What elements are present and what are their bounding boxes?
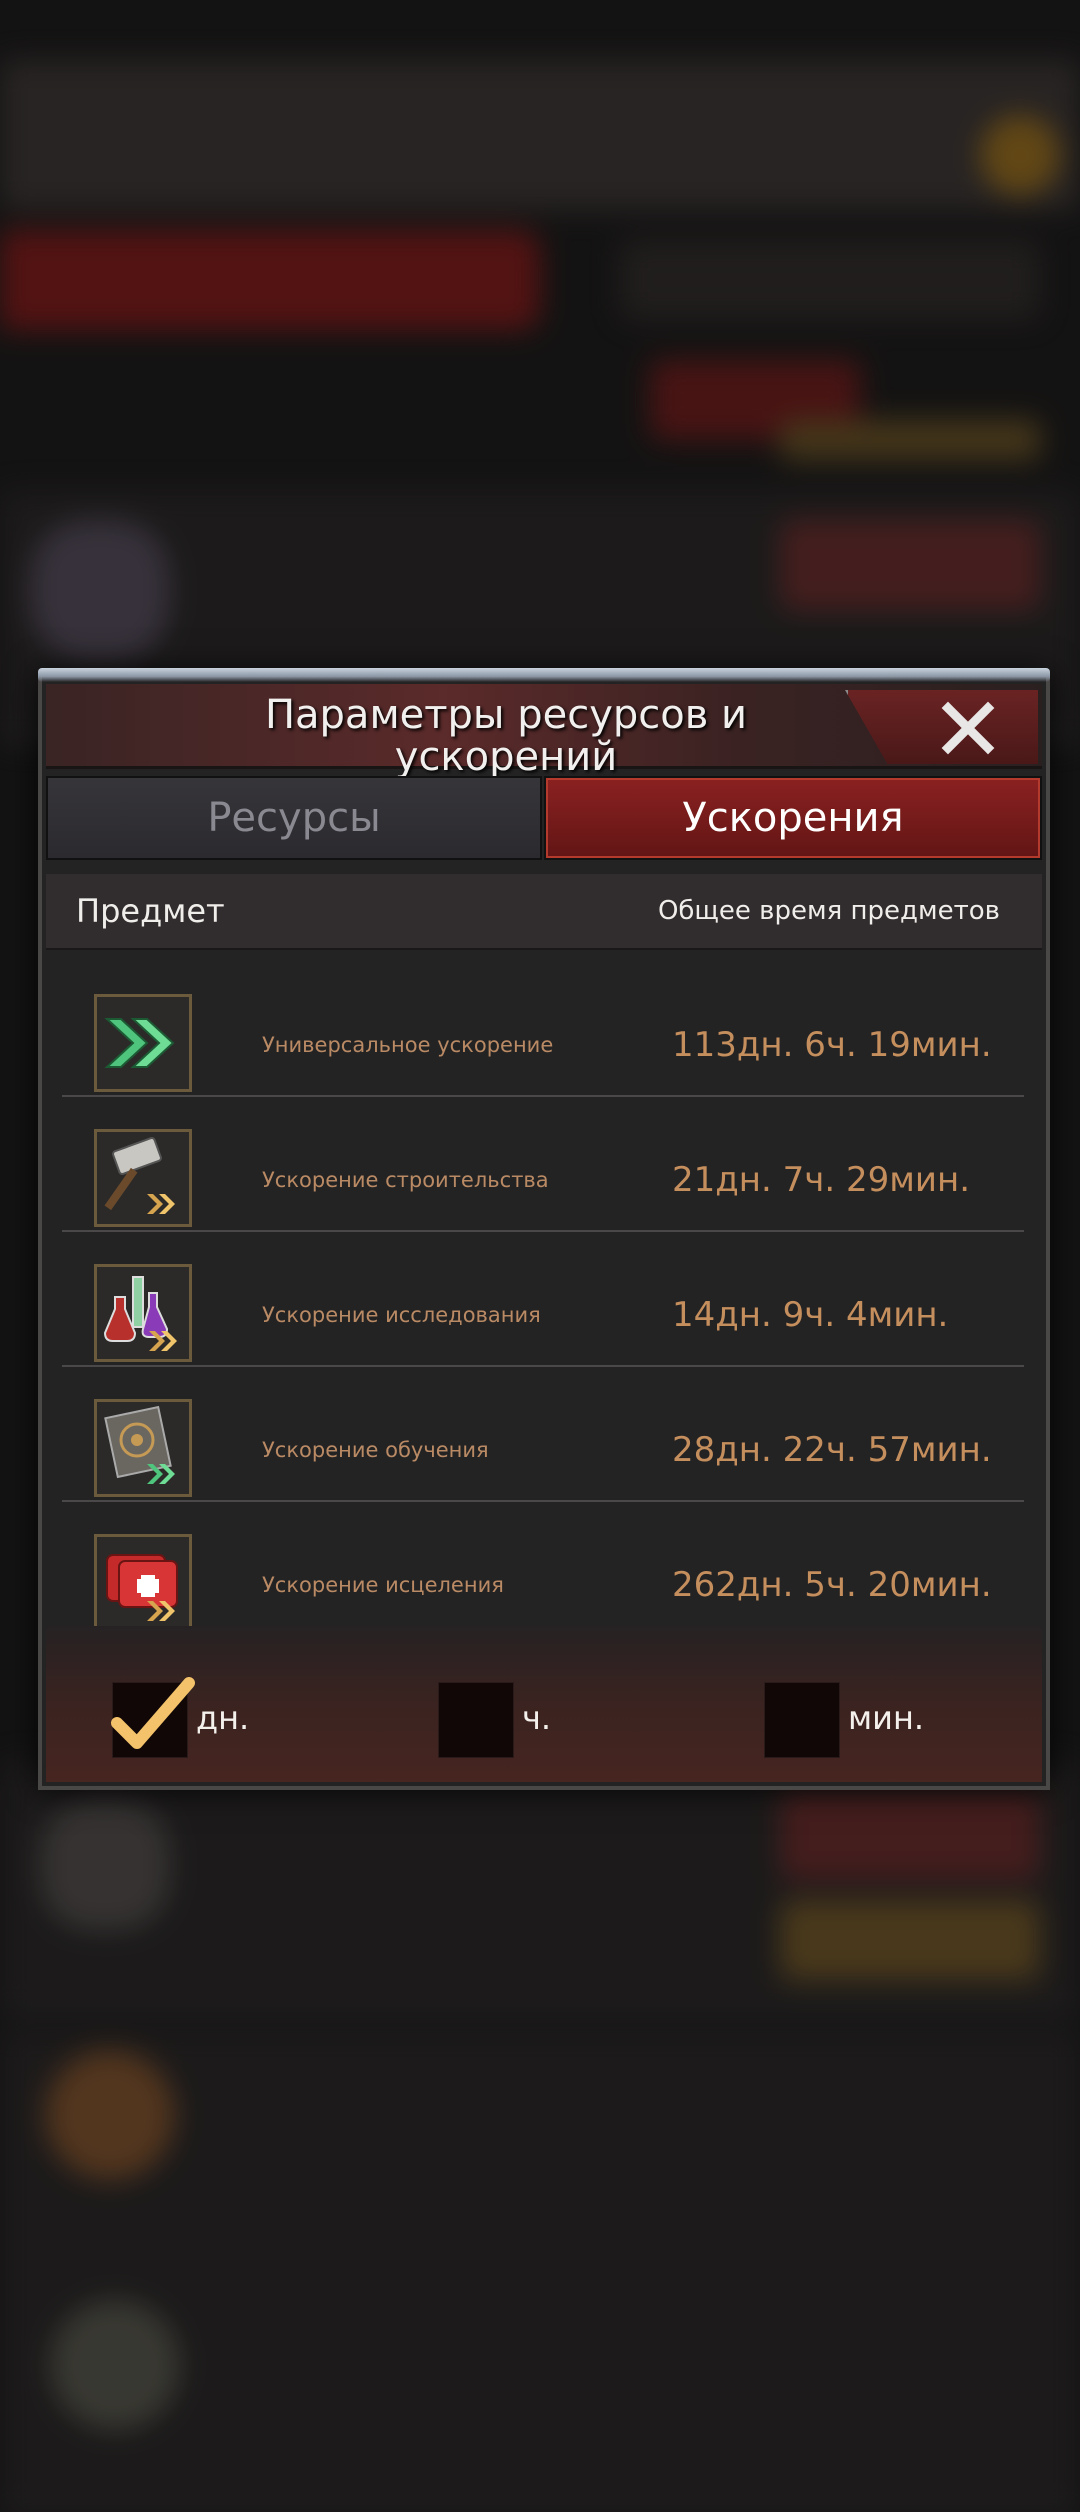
bg-dark-bar (620, 240, 1040, 320)
checkbox-hours[interactable] (438, 1682, 514, 1758)
resources-speedups-dialog: Параметры ресурсов и ускорений Ресурсы У… (38, 668, 1050, 1790)
tab-resources[interactable]: Ресурсы (46, 776, 542, 860)
checkbox-minutes[interactable] (764, 1682, 840, 1758)
dialog-title-bar: Параметры ресурсов и ускорений (46, 684, 1042, 778)
list-item: Ускорение исследования 14дн. 9ч. 4мин. (62, 1232, 1024, 1367)
tab-bar: Ресурсы Ускорения (46, 776, 1042, 860)
list-item: Ускорение обучения 28дн. 22ч. 57мин. (62, 1367, 1024, 1502)
construction-hammer-icon (94, 1129, 192, 1227)
close-button[interactable] (845, 690, 1038, 764)
list-item: Ускорение исцеления 262дн. 5ч. 20мин. (62, 1502, 1024, 1635)
checkbox-days[interactable] (111, 1677, 195, 1758)
frost-border (38, 668, 1050, 682)
unit-filter-bar: дн. ч. мин. (46, 1626, 1042, 1782)
bg-button (780, 520, 1040, 610)
table-header: Предмет Общее время предметов (46, 874, 1042, 950)
close-icon[interactable] (938, 698, 998, 758)
column-header-item: Предмет (76, 892, 225, 930)
bg-icon (30, 520, 170, 660)
list-item: Универсальное ускорение 113дн. 6ч. 19мин… (62, 962, 1024, 1097)
research-flasks-icon (94, 1264, 192, 1362)
healing-kit-icon (94, 1534, 192, 1632)
bg-top-bar (0, 60, 1080, 210)
column-header-total-time: Общее время предметов (657, 896, 1000, 926)
bg-coin (980, 115, 1060, 195)
tab-speedups[interactable]: Ускорения (544, 776, 1042, 860)
bg-gold-bar (780, 420, 1040, 460)
bg-icon (40, 1800, 170, 1930)
bg-button (780, 1900, 1040, 1980)
label-minutes: мин. (848, 1699, 925, 1737)
list-item: Ускорение строительства 21дн. 7ч. 29мин. (62, 1097, 1024, 1232)
training-target-icon (94, 1399, 192, 1497)
label-hours: ч. (522, 1699, 552, 1737)
bg-button (780, 1790, 1040, 1880)
label-days: дн. (196, 1699, 250, 1737)
universal-speedup-icon (94, 994, 192, 1092)
bg-icon (45, 2050, 175, 2180)
speedup-list: Универсальное ускорение 113дн. 6ч. 19мин… (62, 962, 1024, 1635)
checkmark-icon (111, 1677, 195, 1749)
bg-icon (50, 2300, 180, 2430)
dialog-title: Параметры ресурсов и ускорений (264, 692, 748, 780)
bg-red-banner (0, 230, 540, 330)
bg-row (0, 2030, 1080, 2282)
